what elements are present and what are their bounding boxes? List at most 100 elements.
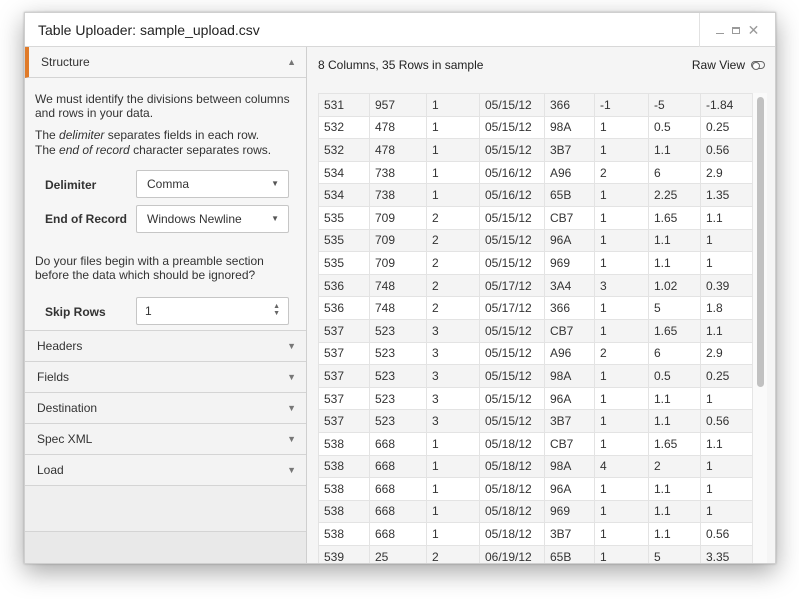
raw-view-toggle[interactable]: Raw View — [692, 58, 765, 72]
section-spec-xml-header[interactable]: Spec XML ▼ — [25, 424, 306, 455]
table-cell: 1 — [426, 522, 480, 546]
table-cell: 05/18/12 — [479, 499, 545, 524]
section-structure-header[interactable]: Structure ▲ — [25, 47, 306, 78]
table-cell: 05/15/12 — [479, 138, 545, 162]
table-cell: 1 — [700, 386, 753, 411]
table-cell: 1 — [700, 454, 753, 479]
table-cell: 535 — [318, 228, 370, 253]
table-cell: 1.65 — [648, 318, 701, 343]
table-cell: 1 — [594, 477, 649, 501]
table-cell: 1 — [594, 205, 649, 230]
window-controls: ✕ — [699, 13, 775, 47]
section-fields-header[interactable]: Fields ▼ — [25, 362, 306, 393]
table-cell: 2 — [648, 454, 701, 479]
table-cell: 1.1 — [648, 386, 701, 411]
table-cell: 2 — [426, 251, 480, 275]
section-headers-header[interactable]: Headers ▼ — [25, 331, 306, 362]
table-cell: 05/18/12 — [479, 477, 545, 501]
table-cell: 1 — [426, 499, 480, 524]
table-cell: 98A — [544, 454, 595, 479]
chevron-down-icon: ▼ — [287, 434, 296, 444]
chevron-down-icon: ▼ — [287, 341, 296, 351]
table-cell: 1 — [594, 499, 649, 524]
table-cell: 05/18/12 — [479, 454, 545, 479]
scrollbar-thumb[interactable] — [757, 97, 764, 387]
table-cell: 0.25 — [700, 364, 753, 388]
preview-panel: 8 Columns, 35 Rows in sample Raw View 53… — [308, 47, 775, 563]
table-cell: 1 — [426, 431, 480, 456]
table-cell: 3B7 — [544, 138, 595, 162]
table-cell: 0.56 — [700, 522, 753, 546]
table-cell: A96 — [544, 341, 595, 366]
close-button[interactable]: ✕ — [748, 23, 760, 37]
table-cell: 1 — [426, 160, 480, 185]
structure-section-body: We must identify the divisions between c… — [25, 78, 306, 331]
table-cell: 3 — [594, 273, 649, 298]
table-row: 538 668 1 05/18/12 98A 4 2 1 — [318, 454, 753, 479]
stepper-arrows-icon[interactable]: ▲ ▼ — [273, 303, 280, 317]
table-cell: 96A — [544, 386, 595, 411]
table-row: 535 709 2 05/15/12 CB7 1 1.65 1.1 — [318, 205, 753, 230]
table-cell: 05/15/12 — [479, 205, 545, 230]
table-cell: 1 — [700, 228, 753, 253]
table-cell: 1.1 — [700, 318, 753, 343]
table-row: 534 738 1 05/16/12 65B 1 2.25 1.35 — [318, 183, 753, 207]
table-cell: 537 — [318, 318, 370, 343]
table-cell: 366 — [544, 296, 595, 320]
table-cell: 748 — [369, 296, 427, 320]
table-cell: 1.1 — [648, 251, 701, 275]
table-cell: 668 — [369, 522, 427, 546]
table-cell: 1.1 — [648, 138, 701, 162]
table-scrollbar[interactable] — [752, 93, 767, 563]
table-cell: 668 — [369, 454, 427, 479]
table-cell: 1 — [594, 544, 649, 563]
table-cell: 531 — [318, 93, 370, 117]
table-row: 537 523 3 05/15/12 96A 1 1.1 1 — [318, 386, 753, 411]
table-cell: 05/15/12 — [479, 228, 545, 253]
table-cell: 2 — [426, 544, 480, 563]
table-cell: 957 — [369, 93, 427, 117]
eor-value: Windows Newline — [147, 212, 242, 226]
table-cell: 6 — [648, 341, 701, 366]
skip-rows-label: Skip Rows — [45, 305, 106, 319]
table-cell: 534 — [318, 160, 370, 185]
table-cell: 668 — [369, 431, 427, 456]
table-cell: 709 — [369, 228, 427, 253]
minimize-button[interactable] — [715, 24, 724, 36]
section-label: Load — [37, 463, 64, 477]
skip-rows-stepper[interactable]: 1 ▲ ▼ — [136, 297, 289, 325]
preamble-question: Do your files begin with a preamble sect… — [35, 254, 264, 282]
table-cell: 05/16/12 — [479, 160, 545, 185]
close-icon: ✕ — [747, 22, 760, 38]
table-cell: 1 — [426, 115, 480, 140]
sample-summary: 8 Columns, 35 Rows in sample — [318, 58, 484, 72]
end-of-record-select[interactable]: Windows Newline ▼ — [136, 205, 289, 233]
table-cell: 1.1 — [700, 205, 753, 230]
delimiter-label: Delimiter — [45, 178, 97, 192]
delimiter-value: Comma — [147, 177, 190, 191]
delimiter-select[interactable]: Comma ▼ — [136, 170, 289, 198]
table-cell: 96A — [544, 477, 595, 501]
table-row: 537 523 3 05/15/12 98A 1 0.5 0.25 — [318, 364, 753, 388]
table-cell: 05/17/12 — [479, 273, 545, 298]
table-cell: 4 — [594, 454, 649, 479]
table-cell: 3A4 — [544, 273, 595, 298]
maximize-button[interactable] — [731, 24, 740, 36]
section-destination-header[interactable]: Destination ▼ — [25, 393, 306, 424]
table-cell: 3 — [426, 409, 480, 433]
table-cell: 748 — [369, 273, 427, 298]
table-cell: 1.65 — [648, 205, 701, 230]
section-structure-label: Structure — [41, 55, 90, 69]
table-cell: 25 — [369, 544, 427, 563]
table-cell: 532 — [318, 115, 370, 140]
table-cell: 523 — [369, 341, 427, 366]
table-cell: 538 — [318, 499, 370, 524]
table-cell: 65B — [544, 544, 595, 563]
table-cell: 738 — [369, 183, 427, 207]
section-load-header[interactable]: Load ▼ — [25, 455, 306, 486]
table-cell: 3B7 — [544, 409, 595, 433]
preview-table: 531 957 1 05/15/12 366 -1 -5 -1.84 532 478 1 05/15/… — [318, 93, 753, 563]
maximize-icon — [731, 27, 740, 34]
table-cell: 2.9 — [700, 341, 753, 366]
table-cell: 05/18/12 — [479, 431, 545, 456]
